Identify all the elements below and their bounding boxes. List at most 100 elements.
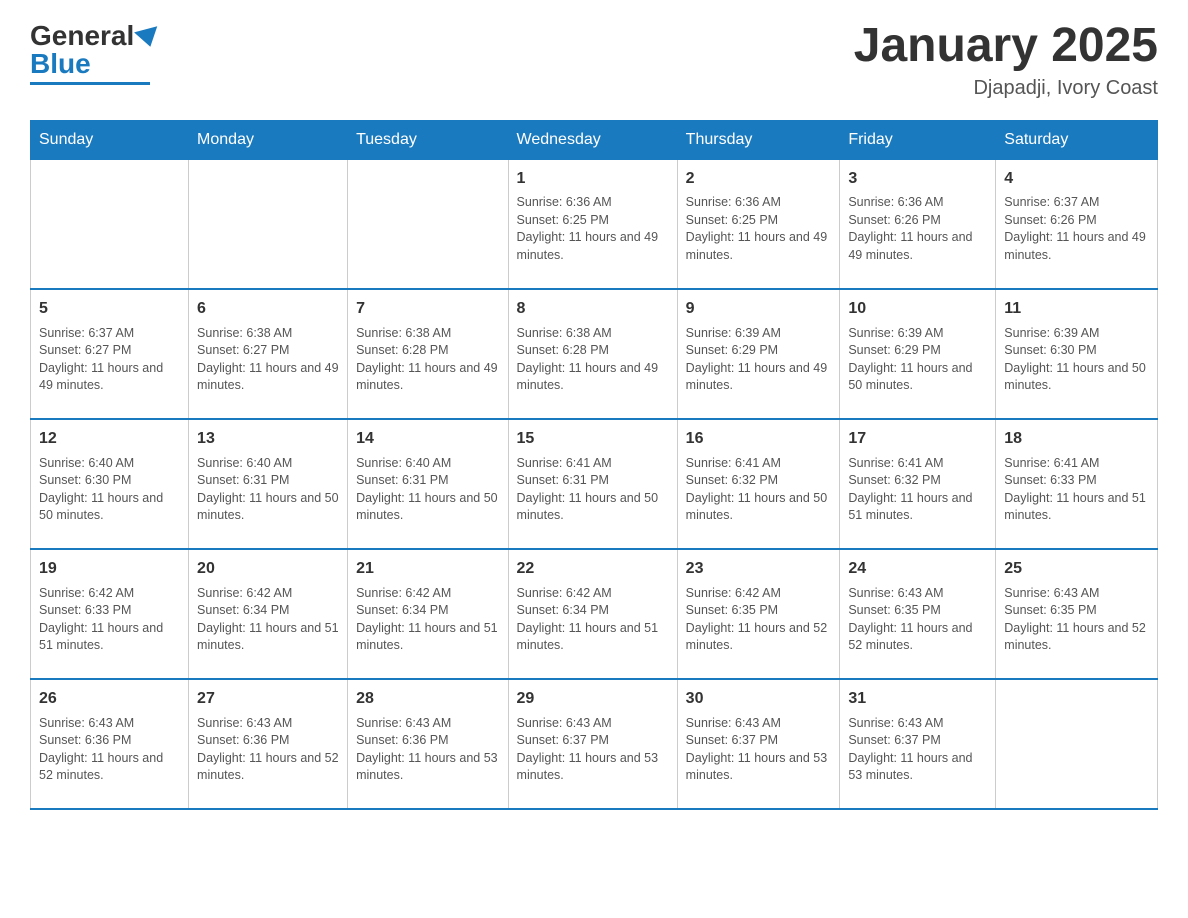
day-number: 17 <box>848 428 987 450</box>
day-info: Sunrise: 6:40 AM <box>356 455 499 473</box>
day-info: Sunset: 6:33 PM <box>1004 472 1149 490</box>
day-info: Sunset: 6:34 PM <box>197 602 339 620</box>
day-info: Sunrise: 6:43 AM <box>517 715 669 733</box>
location: Djapadji, Ivory Coast <box>854 77 1158 100</box>
day-info: Daylight: 11 hours and 51 minutes. <box>197 620 339 655</box>
day-info: Daylight: 11 hours and 49 minutes. <box>39 360 180 395</box>
day-number: 28 <box>356 688 499 710</box>
day-info: Daylight: 11 hours and 49 minutes. <box>1004 229 1149 264</box>
day-info: Sunrise: 6:43 AM <box>1004 585 1149 603</box>
day-number: 22 <box>517 558 669 580</box>
calendar-cell: 5Sunrise: 6:37 AMSunset: 6:27 PMDaylight… <box>31 289 189 419</box>
day-number: 29 <box>517 688 669 710</box>
day-info: Daylight: 11 hours and 50 minutes. <box>517 490 669 525</box>
day-number: 1 <box>517 168 669 190</box>
day-info: Sunset: 6:26 PM <box>848 212 987 230</box>
day-info: Sunset: 6:35 PM <box>848 602 987 620</box>
calendar-header: Sunday Monday Tuesday Wednesday Thursday… <box>31 120 1158 159</box>
day-info: Daylight: 11 hours and 50 minutes. <box>356 490 499 525</box>
days-of-week-row: Sunday Monday Tuesday Wednesday Thursday… <box>31 120 1158 159</box>
logo-line <box>30 82 150 85</box>
day-info: Sunset: 6:37 PM <box>686 732 832 750</box>
calendar-cell: 19Sunrise: 6:42 AMSunset: 6:33 PMDayligh… <box>31 549 189 679</box>
day-info: Sunset: 6:27 PM <box>39 342 180 360</box>
day-info: Sunrise: 6:43 AM <box>197 715 339 733</box>
calendar-cell: 23Sunrise: 6:42 AMSunset: 6:35 PMDayligh… <box>677 549 840 679</box>
day-info: Daylight: 11 hours and 49 minutes. <box>848 229 987 264</box>
page-header: General Blue January 2025 Djapadji, Ivor… <box>30 20 1158 100</box>
day-number: 4 <box>1004 168 1149 190</box>
calendar-cell: 15Sunrise: 6:41 AMSunset: 6:31 PMDayligh… <box>508 419 677 549</box>
day-info: Sunset: 6:37 PM <box>517 732 669 750</box>
day-info: Sunset: 6:31 PM <box>197 472 339 490</box>
calendar-cell: 1Sunrise: 6:36 AMSunset: 6:25 PMDaylight… <box>508 159 677 289</box>
col-monday: Monday <box>189 120 348 159</box>
calendar-cell: 6Sunrise: 6:38 AMSunset: 6:27 PMDaylight… <box>189 289 348 419</box>
day-info: Sunrise: 6:40 AM <box>197 455 339 473</box>
day-info: Sunrise: 6:37 AM <box>1004 194 1149 212</box>
day-info: Sunrise: 6:38 AM <box>197 325 339 343</box>
day-info: Sunrise: 6:40 AM <box>39 455 180 473</box>
calendar-week-row: 1Sunrise: 6:36 AMSunset: 6:25 PMDaylight… <box>31 159 1158 289</box>
day-info: Sunrise: 6:43 AM <box>356 715 499 733</box>
day-info: Sunset: 6:36 PM <box>356 732 499 750</box>
calendar-cell: 8Sunrise: 6:38 AMSunset: 6:28 PMDaylight… <box>508 289 677 419</box>
day-info: Sunset: 6:37 PM <box>848 732 987 750</box>
title-section: January 2025 Djapadji, Ivory Coast <box>854 20 1158 100</box>
logo-triangle-icon <box>134 26 162 50</box>
day-info: Daylight: 11 hours and 53 minutes. <box>356 750 499 785</box>
day-info: Daylight: 11 hours and 50 minutes. <box>848 360 987 395</box>
day-info: Daylight: 11 hours and 52 minutes. <box>1004 620 1149 655</box>
day-info: Sunset: 6:32 PM <box>686 472 832 490</box>
day-info: Sunrise: 6:39 AM <box>848 325 987 343</box>
calendar-cell: 11Sunrise: 6:39 AMSunset: 6:30 PMDayligh… <box>996 289 1158 419</box>
day-info: Sunset: 6:29 PM <box>848 342 987 360</box>
day-number: 20 <box>197 558 339 580</box>
day-info: Sunset: 6:30 PM <box>39 472 180 490</box>
day-info: Daylight: 11 hours and 50 minutes. <box>686 490 832 525</box>
calendar-cell: 9Sunrise: 6:39 AMSunset: 6:29 PMDaylight… <box>677 289 840 419</box>
col-thursday: Thursday <box>677 120 840 159</box>
day-info: Sunset: 6:31 PM <box>356 472 499 490</box>
day-number: 10 <box>848 298 987 320</box>
day-number: 5 <box>39 298 180 320</box>
day-info: Sunset: 6:31 PM <box>517 472 669 490</box>
day-number: 12 <box>39 428 180 450</box>
day-info: Sunrise: 6:42 AM <box>39 585 180 603</box>
calendar-cell: 2Sunrise: 6:36 AMSunset: 6:25 PMDaylight… <box>677 159 840 289</box>
day-info: Sunrise: 6:41 AM <box>686 455 832 473</box>
day-number: 21 <box>356 558 499 580</box>
day-number: 18 <box>1004 428 1149 450</box>
day-info: Sunset: 6:26 PM <box>1004 212 1149 230</box>
day-number: 8 <box>517 298 669 320</box>
calendar-cell: 28 Sunrise: 6:43 AMSunset: 6:36 PMDayligh… <box>348 679 508 809</box>
day-info: Sunset: 6:35 PM <box>1004 602 1149 620</box>
day-info: Sunset: 6:30 PM <box>1004 342 1149 360</box>
day-number: 13 <box>197 428 339 450</box>
calendar-cell: 14Sunrise: 6:40 AMSunset: 6:31 PMDayligh… <box>348 419 508 549</box>
day-info: Daylight: 11 hours and 50 minutes. <box>197 490 339 525</box>
day-info: Sunrise: 6:42 AM <box>686 585 832 603</box>
logo: General Blue <box>30 20 160 85</box>
calendar-cell: 17Sunrise: 6:41 AMSunset: 6:32 PMDayligh… <box>840 419 996 549</box>
day-info: Sunset: 6:28 PM <box>517 342 669 360</box>
day-info: Daylight: 11 hours and 51 minutes. <box>1004 490 1149 525</box>
day-info: Daylight: 11 hours and 49 minutes. <box>356 360 499 395</box>
day-info: Sunset: 6:36 PM <box>39 732 180 750</box>
col-tuesday: Tuesday <box>348 120 508 159</box>
day-info: Sunrise: 6:38 AM <box>356 325 499 343</box>
day-info: Daylight: 11 hours and 52 minutes. <box>686 620 832 655</box>
day-info: Daylight: 11 hours and 53 minutes. <box>848 750 987 785</box>
col-wednesday: Wednesday <box>508 120 677 159</box>
calendar-cell: 7Sunrise: 6:38 AMSunset: 6:28 PMDaylight… <box>348 289 508 419</box>
calendar-cell: 29 Sunrise: 6:43 AMSunset: 6:37 PMDayligh… <box>508 679 677 809</box>
day-number: 16 <box>686 428 832 450</box>
month-title: January 2025 <box>854 20 1158 73</box>
calendar-cell: 30Sunrise: 6:43 AMSunset: 6:37 PMDayligh… <box>677 679 840 809</box>
day-info: Daylight: 11 hours and 53 minutes. <box>517 750 669 785</box>
day-info: Sunset: 6:36 PM <box>197 732 339 750</box>
day-info: Sunset: 6:28 PM <box>356 342 499 360</box>
day-number: 30 <box>686 688 832 710</box>
col-friday: Friday <box>840 120 996 159</box>
calendar-cell: 26Sunrise: 6:43 AMSunset: 6:36 PMDayligh… <box>31 679 189 809</box>
